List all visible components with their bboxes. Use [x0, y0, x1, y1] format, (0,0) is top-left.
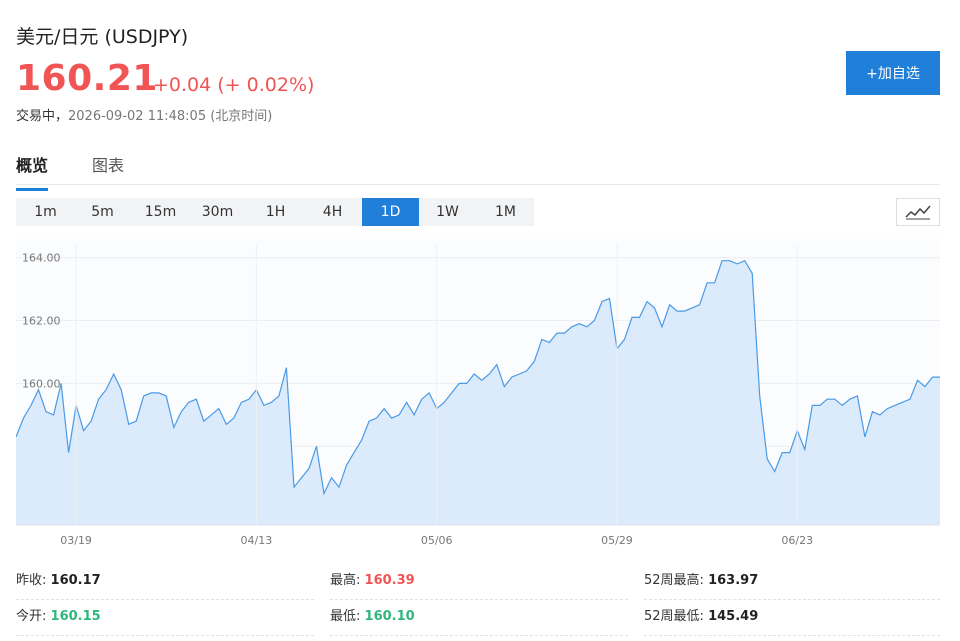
stat-value: 145.49 [708, 609, 759, 624]
period-selector: 1m 5m 15m 30m 1H 4H 1D 1W 1M [16, 198, 534, 226]
stat-label: 最高: [330, 573, 361, 588]
price-chart[interactable]: 164.00162.00160.00158.00156.0003/1904/13… [16, 239, 940, 555]
x-tick-label: 05/29 [601, 534, 633, 547]
stat-prev-close: 昨收: 160.17 [16, 566, 314, 600]
tab-chart[interactable]: 图表 [92, 152, 124, 176]
stat-value: 163.97 [708, 573, 759, 588]
tab-overview[interactable]: 概览 [16, 152, 49, 191]
current-price: 160.21 [16, 58, 158, 99]
period-5m[interactable]: 5m [74, 198, 131, 226]
trading-status: 交易中，2026-09-02 11:48:05 (北京时间) [16, 105, 272, 124]
line-chart-icon [905, 205, 931, 220]
stat-high: 最高: 160.39 [330, 566, 628, 600]
tab-bar: 概览 图表 [16, 150, 940, 191]
period-1m[interactable]: 1m [17, 198, 74, 226]
y-tick-label: 164.00 [22, 252, 61, 265]
add-to-watchlist-button[interactable]: +加自选 [846, 51, 940, 95]
status-label: 交易中， [16, 109, 69, 124]
stat-label: 今开: [16, 609, 47, 624]
stat-52w-high: 52周最高: 163.97 [644, 566, 940, 600]
period-15m[interactable]: 15m [132, 198, 189, 226]
stat-value: 160.10 [364, 609, 415, 624]
stat-label: 52周最高: [644, 573, 704, 588]
stat-value: 160.39 [364, 573, 415, 588]
x-tick-label: 06/23 [781, 534, 813, 547]
stat-value: 160.15 [50, 609, 101, 624]
y-tick-label: 162.00 [22, 315, 61, 328]
period-4h[interactable]: 4H [304, 198, 361, 226]
period-1d[interactable]: 1D [362, 198, 419, 226]
period-30m[interactable]: 30m [189, 198, 246, 226]
period-1mo[interactable]: 1M [477, 198, 534, 226]
period-1w[interactable]: 1W [419, 198, 476, 226]
period-1h[interactable]: 1H [247, 198, 304, 226]
stat-low: 最低: 160.10 [330, 602, 628, 636]
stat-52w-low: 52周最低: 145.49 [644, 602, 940, 636]
price-change: +0.04 (+ 0.02%) [153, 74, 315, 96]
stat-label: 昨收: [16, 573, 47, 588]
x-tick-label: 04/13 [241, 534, 273, 547]
stat-value: 160.17 [50, 573, 101, 588]
chart-type-button[interactable] [896, 198, 940, 226]
stat-open: 今开: 160.15 [16, 602, 314, 636]
x-tick-label: 03/19 [60, 534, 92, 547]
x-tick-label: 05/06 [421, 534, 453, 547]
timestamp: 2026-09-02 11:48:05 (北京时间) [68, 109, 273, 124]
y-tick-label: 160.00 [22, 377, 61, 390]
stat-label: 52周最低: [644, 609, 704, 624]
instrument-title: 美元/日元 (USDJPY) [16, 26, 189, 48]
stat-label: 最低: [330, 609, 361, 624]
